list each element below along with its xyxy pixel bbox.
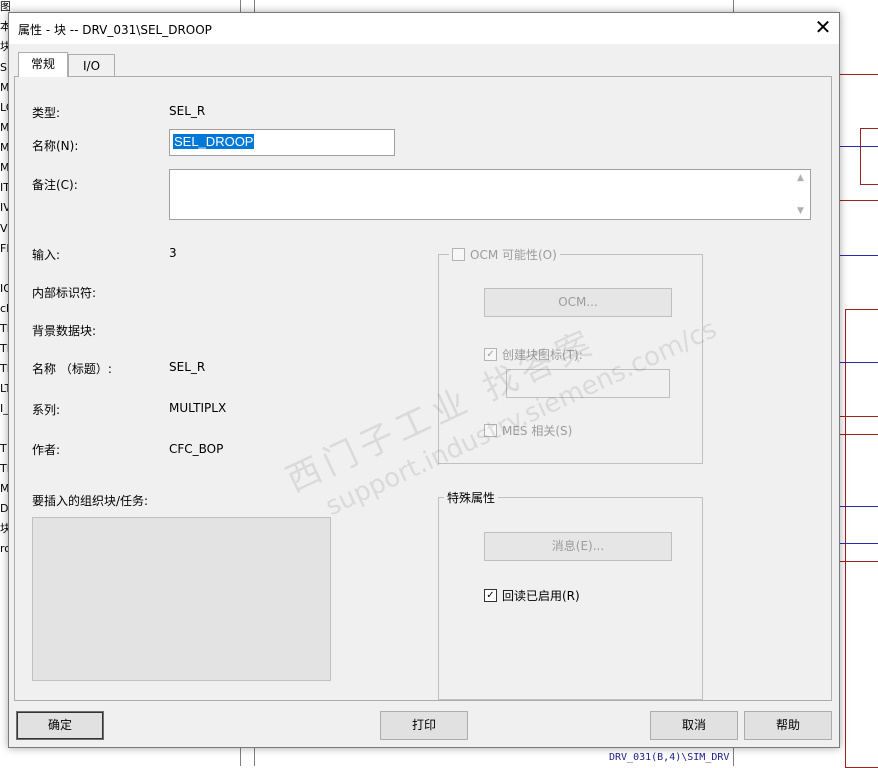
cancel-button[interactable]: 取消 — [650, 711, 738, 740]
author-value: CFC_BOP — [169, 442, 224, 456]
scroll-up-icon[interactable]: ▲ — [797, 173, 804, 183]
tab-general-label: 常规 — [30, 57, 55, 71]
background-block — [845, 309, 878, 768]
create-icon-checkbox[interactable]: ✓ — [484, 348, 497, 361]
background-wire — [838, 561, 878, 562]
comment-label: 备注(C): — [32, 178, 78, 192]
comment-textarea[interactable]: ▲ ▼ — [169, 169, 811, 220]
inputs-label: 输入: — [32, 248, 61, 262]
instance-db-label: 背景数据块: — [32, 324, 97, 338]
special-attributes-group: 特殊属性 消息(E)... ✓ 回读已启用(R) — [438, 489, 703, 700]
readback-checkbox[interactable]: ✓ — [484, 589, 497, 602]
family-value: MULTIPLX — [169, 401, 227, 415]
background-wire — [838, 416, 878, 417]
insert-ob-list[interactable] — [32, 517, 331, 681]
ocm-checkbox[interactable] — [452, 248, 465, 261]
ocm-group: OCM 可能性(O) OCM... ✓ 创建块图标(T): MES 相关(S) — [438, 246, 703, 464]
ocm-legend-label: OCM 可能性(O) — [470, 248, 557, 262]
message-button[interactable]: 消息(E)... — [484, 532, 672, 561]
background-wire — [838, 200, 878, 201]
general-panel: 类型: SEL_R 名称(N): SEL_DROOP 备注(C): ▲ ▼ 输入… — [14, 76, 832, 701]
special-attributes-legend: 特殊属性 — [444, 489, 499, 506]
header-name-value: SEL_R — [169, 360, 206, 374]
background-wire — [838, 362, 878, 363]
scroll-down-icon[interactable]: ▼ — [797, 206, 804, 216]
name-input[interactable]: SEL_DROOP — [169, 129, 395, 156]
background-wire — [838, 255, 878, 256]
type-value: SEL_R — [169, 104, 206, 118]
background-wire — [838, 434, 878, 435]
properties-dialog: 属性 - 块 -- DRV_031\SEL_DROOP ✕ 常规 I/O 类型:… — [8, 12, 840, 748]
title-bar[interactable]: 属性 - 块 -- DRV_031\SEL_DROOP ✕ — [9, 13, 839, 44]
tab-general[interactable]: 常规 — [18, 52, 68, 77]
tab-io[interactable]: I/O — [68, 54, 115, 77]
background-wire — [838, 146, 878, 147]
comment-scrollbar[interactable]: ▲ ▼ — [794, 171, 809, 218]
insert-ob-label: 要插入的组织块/任务: — [32, 494, 149, 508]
tab-io-label: I/O — [82, 59, 101, 73]
author-label: 作者: — [32, 443, 61, 457]
type-label: 类型: — [32, 106, 61, 120]
ocm-button[interactable]: OCM... — [484, 288, 672, 317]
dialog-title: 属性 - 块 -- DRV_031\SEL_DROOP — [18, 23, 212, 37]
background-wire — [838, 74, 878, 75]
ok-button[interactable]: 确定 — [16, 711, 104, 740]
mes-label: MES 相关(S) — [502, 424, 573, 438]
background-tree-item: S — [0, 61, 7, 74]
print-button[interactable]: 打印 — [380, 711, 468, 740]
background-tree-item: T — [0, 442, 7, 455]
background-wire — [838, 506, 878, 507]
internal-id-label: 内部标识符: — [32, 286, 97, 300]
help-button[interactable]: 帮助 — [744, 711, 832, 740]
name-label: 名称(N): — [32, 139, 79, 153]
readback-label: 回读已启用(R) — [502, 589, 580, 603]
background-block — [860, 128, 878, 185]
create-icon-field[interactable] — [506, 369, 670, 398]
header-name-label: 名称 （标题）: — [32, 362, 112, 376]
background-wire — [838, 543, 878, 544]
family-label: 系列: — [32, 403, 61, 417]
ocm-legend[interactable]: OCM 可能性(O) — [449, 246, 560, 263]
inputs-value: 3 — [169, 246, 177, 260]
background-caption: DRV_031(B,4)\SIM_DRV — [609, 752, 730, 763]
close-icon: ✕ — [814, 15, 832, 39]
create-icon-label: 创建块图标(T): — [502, 348, 583, 362]
name-input-text: SEL_DROOP — [173, 134, 255, 149]
mes-checkbox[interactable] — [484, 424, 497, 437]
close-button[interactable]: ✕ — [807, 13, 839, 44]
